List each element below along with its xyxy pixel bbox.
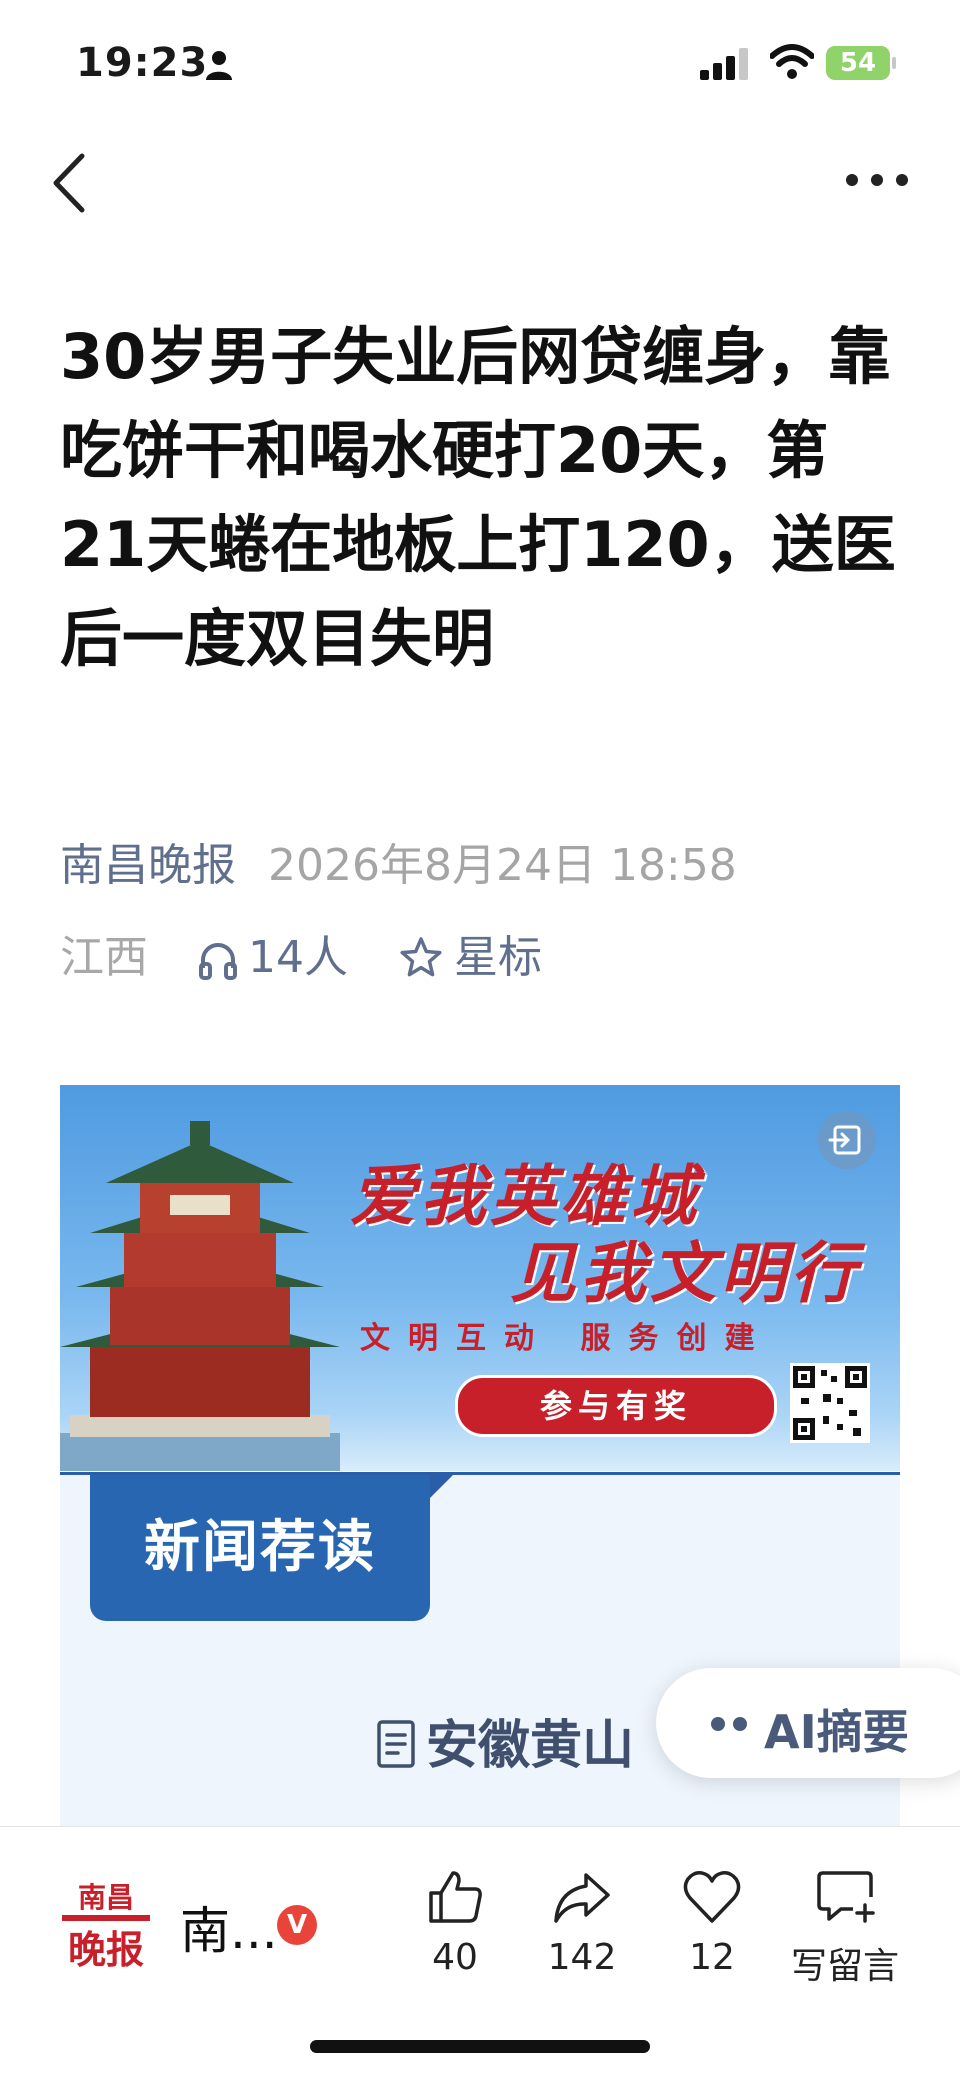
newspaper-logo[interactable]: 南昌 晚报 xyxy=(58,1877,154,1977)
news-item-title: 安徽黄山 xyxy=(426,1716,635,1776)
status-bar: 19:23 54 xyxy=(0,0,960,120)
pavilion-tower-image xyxy=(60,1121,340,1471)
publish-time: 2026年8月24日 18:58 xyxy=(268,840,737,891)
banner-slogan-line2: 见我文明行 xyxy=(510,1234,860,1312)
write-comment-label: 写留言 xyxy=(790,1946,899,1987)
status-time: 19:23 xyxy=(76,40,209,86)
listen-button[interactable]: 14人 xyxy=(198,930,348,986)
exit-icon xyxy=(828,1125,861,1155)
heart-icon xyxy=(683,1871,741,1923)
account-name[interactable]: 南... xyxy=(180,1891,278,1963)
like-count: 40 xyxy=(432,1937,478,1978)
ai-summary-button[interactable]: AI摘要 xyxy=(656,1668,960,1778)
source-name-link[interactable]: 南昌晚报 xyxy=(60,840,236,891)
logo-text-top: 南昌 xyxy=(78,1881,134,1914)
share-arrow-icon xyxy=(554,1873,610,1923)
promo-banner[interactable]: 爱我英雄城 见我文明行 文明互动 服务创建 参与有奖 xyxy=(60,1085,900,1471)
home-indicator xyxy=(310,2040,650,2053)
chevron-left-icon xyxy=(53,153,85,213)
qr-code-image xyxy=(790,1363,870,1443)
ai-dots-icon xyxy=(711,1717,747,1731)
listener-count: 14人 xyxy=(248,932,348,983)
more-dots-icon xyxy=(846,174,908,186)
banner-participate-button[interactable]: 参与有奖 xyxy=(455,1375,777,1437)
verified-badge: V xyxy=(277,1905,317,1945)
logo-text-bottom: 晚报 xyxy=(68,1927,144,1972)
recommended-news-item[interactable]: 安徽黄山 xyxy=(376,1703,634,1778)
more-button[interactable] xyxy=(842,160,912,200)
ai-summary-label: AI摘要 xyxy=(764,1705,909,1759)
banner-exit-button[interactable] xyxy=(818,1111,876,1169)
favorite-count: 12 xyxy=(689,1937,735,1978)
like-button[interactable]: 40 xyxy=(400,1867,510,1978)
battery-indicator: 54 xyxy=(826,46,896,80)
wifi-icon xyxy=(770,44,814,79)
star-button[interactable]: 星标 xyxy=(400,930,542,986)
article-meta: 南昌晚报 2026年8月24日 18:58 xyxy=(60,838,737,894)
signal-icon xyxy=(700,48,748,80)
favorite-button[interactable]: 12 xyxy=(657,1867,767,1978)
recommended-news-section: 新闻荐读 安徽黄山 xyxy=(60,1472,900,1835)
banner-subtitle: 文明互动 服务创建 xyxy=(360,1321,773,1356)
headphones-icon xyxy=(199,943,237,980)
share-button[interactable]: 142 xyxy=(527,1867,637,1978)
recommended-news-tab[interactable]: 新闻荐读 xyxy=(90,1472,456,1621)
share-count: 142 xyxy=(547,1937,617,1978)
article-title: 30岁男子失业后网贷缠身，靠吃饼干和喝水硬打20天，第21天蜷在地板上打120，… xyxy=(60,320,896,675)
person-icon xyxy=(206,51,232,80)
thumbs-up-icon xyxy=(429,1871,482,1923)
comment-add-icon xyxy=(817,1871,875,1923)
star-icon xyxy=(400,937,442,977)
document-icon xyxy=(377,1720,415,1768)
star-label: 星标 xyxy=(454,932,542,983)
region-label: 江西 xyxy=(60,932,148,983)
write-comment-button[interactable]: 写留言 xyxy=(770,1867,920,1989)
back-button[interactable] xyxy=(46,150,96,216)
